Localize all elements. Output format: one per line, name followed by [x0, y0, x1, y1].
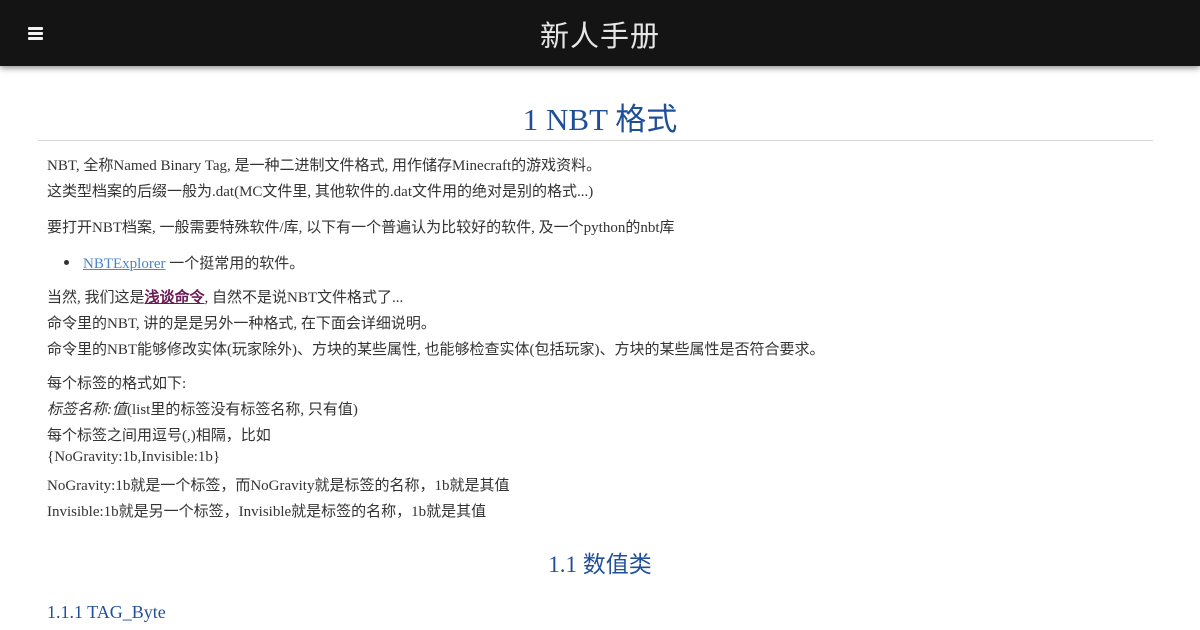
title-divider [38, 140, 1153, 141]
subsection-heading: 1.1.1 TAG_Byte [47, 602, 166, 622]
site-title: 新人手册 [539, 19, 660, 53]
bullet-icon [64, 260, 69, 266]
context-line-3: 命令里的NBT能够修改实体(玩家除外)、方块的某些属性, 也能够检查实体(包括玩… [47, 342, 825, 358]
context-line-1: 当然, 我们这是浅谈命令, 自然不是说NBT文件格式了... [47, 286, 403, 307]
format-line-5: NoGravity:1b就是一个标签，而NoGravity就是标签的名称，1b就… [47, 478, 510, 494]
context-suffix: , 自然不是说NBT文件格式了... [204, 290, 404, 306]
section-heading: 1.1 数值类 [548, 552, 652, 577]
format-line-3: 每个标签之间用逗号(,)相隔，比如 [47, 428, 271, 444]
format-line-1: 每个标签的格式如下: [47, 376, 187, 392]
tools-paragraph: 要打开NBT档案, 一般需要特殊软件/库, 以下有一个普遍认为比较好的软件, 及… [47, 220, 675, 236]
list-item: NBTExplorer 一个挺常用的软件。 [64, 252, 304, 273]
context-prefix: 当然, 我们这是 [47, 290, 145, 306]
top-app-bar: 新人手册 [0, 0, 1200, 66]
command-guide-link[interactable]: 浅谈命令 [145, 290, 205, 306]
format-example: {NoGravity:1b,Invisible:1b} [47, 449, 221, 465]
format-line-2: 标签名称:值(list里的标签没有标签名称, 只有值) [47, 398, 358, 419]
format-note: (list里的标签没有标签名称, 只有值) [127, 402, 358, 418]
list-item-text: 一个挺常用的软件。 [165, 256, 305, 272]
intro-line-1: NBT, 全称Named Binary Tag, 是一种二进制文件格式, 用作储… [47, 158, 602, 174]
intro-line-2: 这类型档案的后缀一般为.dat(MC文件里, 其他软件的.dat文件用的绝对是别… [47, 184, 594, 200]
article-content: 1 NBT 格式 NBT, 全称Named Binary Tag, 是一种二进制… [0, 66, 1200, 630]
context-line-2: 命令里的NBT, 讲的是是另外一种格式, 在下面会详细说明。 [47, 316, 436, 332]
page-title: 1 NBT 格式 [522, 102, 678, 137]
nbtexplorer-link[interactable]: NBTExplorer [83, 256, 165, 272]
format-line-6: Invisible:1b就是另一个标签，Invisible就是标签的名称，1b就… [47, 504, 487, 520]
format-syntax: 标签名称:值 [47, 402, 127, 418]
